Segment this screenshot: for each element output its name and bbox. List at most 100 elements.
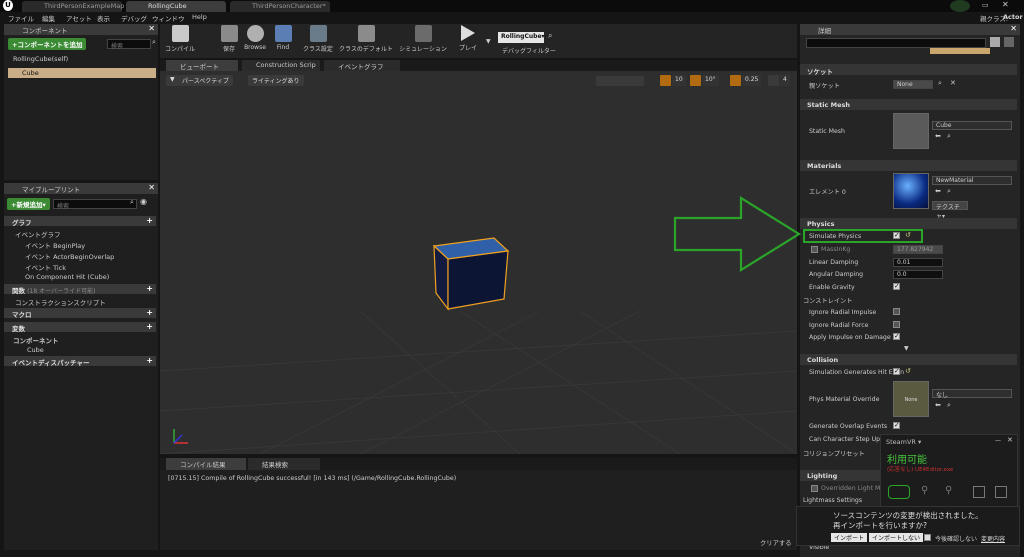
scale-snap-icon[interactable] — [730, 75, 741, 86]
lighting-button[interactable]: ライティングあり — [248, 75, 304, 86]
base-station-icon[interactable] — [973, 486, 985, 498]
search-icon[interactable]: ⌕ — [152, 38, 156, 47]
details-view-options-icon[interactable] — [990, 37, 1000, 47]
grid-snap-icon[interactable] — [660, 75, 671, 86]
material-thumbnail[interactable] — [893, 173, 929, 209]
parent-socket-field[interactable]: None — [893, 80, 933, 89]
texture-button[interactable]: テクスチャ▾ — [932, 201, 968, 220]
components-tab[interactable]: コンポーネント ✕ — [4, 24, 158, 35]
section-socket[interactable]: ソケット — [800, 64, 1017, 76]
section-event-dispatchers[interactable]: イベントディスパッチャー + — [4, 356, 156, 367]
override-lightmap-checkbox[interactable] — [811, 485, 818, 492]
doc-tab-character[interactable]: ThirdPersonCharacter* — [230, 1, 330, 12]
save-button[interactable]: 保存 — [216, 25, 242, 53]
expand-advanced-icon[interactable]: ▼ — [904, 345, 909, 352]
browse-button[interactable]: Browse — [242, 25, 268, 51]
section-variables[interactable]: 変数 + — [4, 322, 156, 333]
menu-edit[interactable]: 編集 — [42, 13, 55, 23]
section-functions[interactable]: 関数 (18 オーバーライド可能) + — [4, 284, 156, 295]
material-combo[interactable]: NewMaterial — [932, 176, 1012, 185]
grid-snap-value[interactable]: 10 — [672, 75, 686, 86]
viewport-options-button[interactable]: ▼ — [166, 75, 179, 86]
mass-field[interactable]: 177.827942 — [893, 245, 943, 254]
camera-speed-value[interactable]: 4 — [780, 75, 790, 86]
steamvr-minimize-icon[interactable]: — — [995, 437, 1001, 444]
phys-use-arrow-icon[interactable]: ⬅ — [935, 401, 941, 409]
tab-event-graph[interactable]: イベントグラフ — [324, 60, 400, 71]
controller-icon[interactable]: ⚲ — [921, 485, 933, 499]
debug-search-icon[interactable]: ⌕ — [548, 31, 552, 41]
rotation-snap-icon[interactable] — [690, 75, 701, 86]
section-collision[interactable]: Collision — [800, 354, 1017, 365]
view-options-icon[interactable]: ◉ — [140, 197, 147, 206]
static-mesh-combo[interactable]: Cube — [932, 121, 1012, 130]
menu-debug[interactable]: デバッグ — [121, 13, 147, 23]
play-options-icon[interactable]: ▼ — [486, 38, 491, 45]
reset-default-icon[interactable]: ↺ — [905, 367, 911, 375]
doc-tab-map[interactable]: ThirdPersonExampleMap — [22, 1, 124, 12]
socket-search-icon[interactable]: ⌕ — [938, 79, 942, 88]
rotation-snap-value[interactable]: 10° — [702, 75, 719, 86]
add-component-button[interactable]: +コンポーネントを追加 — [8, 38, 87, 50]
menu-help[interactable]: Help — [192, 13, 207, 21]
enable-gravity-checkbox[interactable] — [893, 282, 900, 290]
menu-view[interactable]: 表示 — [97, 13, 110, 23]
constraints-label[interactable]: コンストレイント — [803, 296, 852, 305]
add-dispatcher-icon[interactable]: + — [146, 356, 153, 365]
perspective-button[interactable]: パースペクティブ — [178, 75, 233, 86]
tab-compile-results[interactable]: コンパイル結果 — [166, 458, 246, 470]
gen-overlap-checkbox[interactable] — [893, 421, 900, 429]
menu-file[interactable]: ファイル — [8, 13, 34, 23]
mass-checkbox[interactable] — [811, 246, 818, 253]
scale-snap-value[interactable]: 0.25 — [742, 75, 762, 86]
section-static-mesh[interactable]: Static Mesh — [800, 99, 1017, 110]
search-icon[interactable]: ⌕ — [130, 198, 134, 207]
sim-hit-events-checkbox[interactable] — [893, 367, 900, 375]
component-item-cube[interactable]: Cube — [8, 68, 156, 78]
camera-speed-icon[interactable] — [768, 75, 779, 86]
tab-find-results[interactable]: 結果検索 — [248, 458, 320, 470]
view-changes-link[interactable]: 変更内容 — [981, 534, 1005, 543]
debug-target-combo[interactable]: RollingCube▾ — [498, 32, 545, 43]
play-button[interactable]: プレイ — [452, 25, 484, 52]
details-search-input[interactable] — [806, 38, 986, 48]
lightmass-label[interactable]: Lightmass Settings — [803, 497, 862, 504]
blueprint-search-input[interactable]: 検索 — [53, 199, 137, 210]
phys-material-thumbnail[interactable]: None — [893, 381, 929, 417]
ignore-radial-force-checkbox[interactable] — [893, 321, 900, 328]
ignore-radial-impulse-checkbox[interactable] — [893, 308, 900, 315]
class-settings-button[interactable]: クラス設定 — [302, 25, 334, 53]
class-defaults-button[interactable]: クラスのデフォルト — [338, 25, 394, 53]
collision-preset-label[interactable]: コリジョンプリセット — [803, 449, 865, 458]
tab-close-icon[interactable]: ✕ — [148, 24, 155, 33]
tab-construction-script[interactable]: Construction Scrip — [242, 60, 320, 71]
simulation-button[interactable]: シミュレーション — [398, 25, 448, 53]
doc-tab-rollingcube[interactable]: RollingCube — [126, 1, 226, 12]
compile-button[interactable]: コンパイル — [162, 25, 198, 53]
find-button[interactable]: Find — [270, 25, 296, 51]
menu-window[interactable]: ウィンドウ — [152, 13, 185, 23]
steamvr-title[interactable]: SteamVR ▾ — [886, 438, 921, 446]
tab-close-icon[interactable]: ✕ — [148, 183, 155, 192]
clear-button[interactable]: クリアする — [760, 538, 791, 547]
window-close-icon[interactable]: ✕ — [1002, 0, 1009, 9]
components-search-input[interactable]: 検索 — [107, 39, 151, 50]
add-variable-icon[interactable]: + — [146, 322, 153, 331]
socket-clear-icon[interactable]: ✕ — [950, 79, 956, 87]
material-browse-icon[interactable]: ⌕ — [947, 187, 951, 196]
base-station-2-icon[interactable] — [995, 486, 1007, 498]
section-materials[interactable]: Materials — [800, 160, 1017, 171]
parent-class-value[interactable]: Actor — [1003, 13, 1023, 21]
phys-material-combo[interactable]: なし — [932, 389, 1012, 399]
tab-viewport[interactable]: ビューポート — [166, 60, 238, 71]
import-button[interactable]: インポート — [831, 533, 868, 542]
steamvr-close-icon[interactable]: ✕ — [1007, 436, 1013, 444]
headset-icon[interactable] — [888, 485, 910, 499]
section-macros[interactable]: マクロ + — [4, 308, 156, 319]
menu-asset[interactable]: アセット — [66, 13, 92, 23]
mesh-use-arrow-icon[interactable]: ⬅ — [935, 132, 941, 140]
details-tab[interactable]: 詳細 ✕ — [800, 24, 1020, 35]
add-new-button[interactable]: +新規追加▾ — [7, 198, 50, 210]
dont-ask-checkbox[interactable] — [924, 534, 931, 541]
add-graph-icon[interactable]: + — [146, 216, 153, 225]
